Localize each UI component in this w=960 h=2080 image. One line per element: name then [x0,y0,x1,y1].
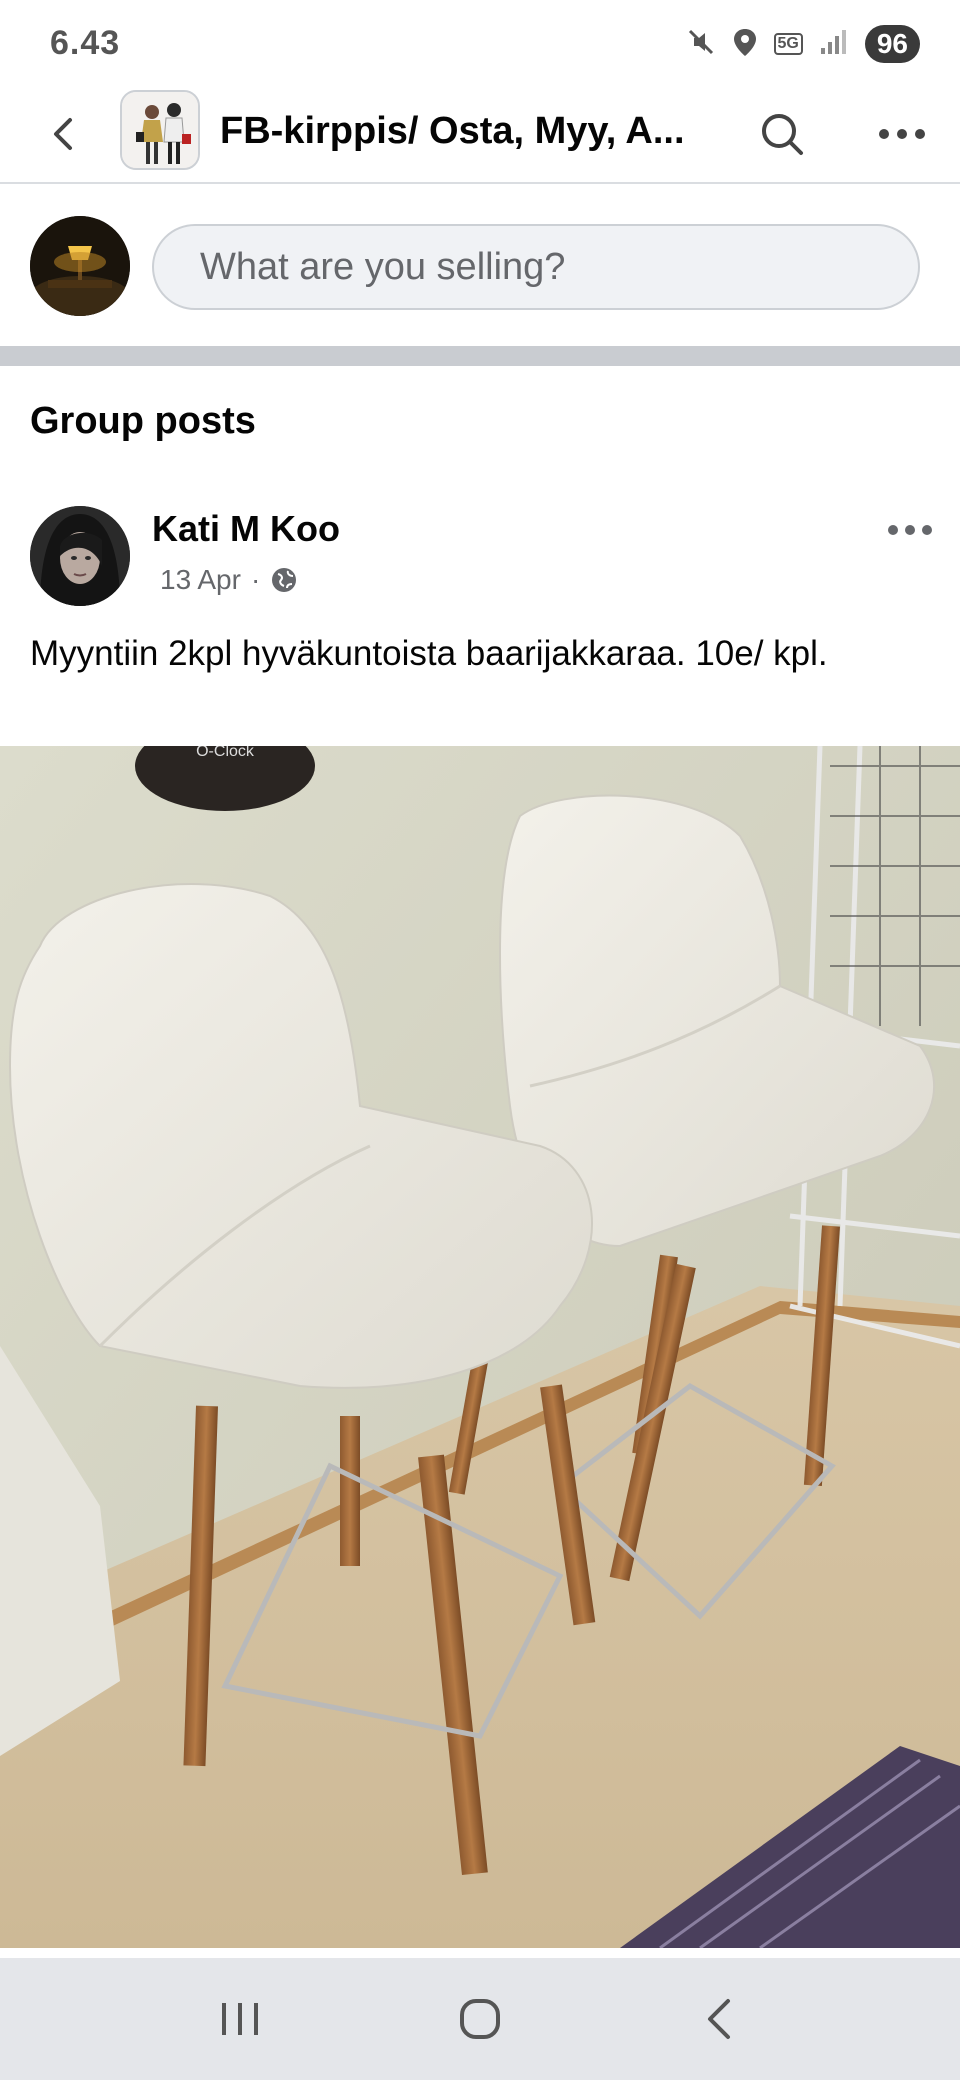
group-title[interactable]: FB-kirppis/ Osta, Myy, A... [220,110,720,153]
recent-apps-button[interactable] [200,1979,280,2059]
network-badge: 5G [773,33,803,55]
meta-separator: · [250,564,261,595]
post-meta: 13 Apr · [160,564,298,596]
mute-icon [686,27,716,62]
post-photo[interactable]: O-Clock [0,746,960,1948]
nav-back-icon [708,1999,730,2039]
battery-indicator: 96 [864,25,920,63]
status-bar: 6.43 5G 96 [0,0,960,84]
clock-sign: O-Clock [196,746,255,760]
post-text: Myyntiin 2kpl hyväkuntoista baarijakkara… [30,634,828,673]
home-button[interactable] [440,1979,520,2059]
post-more-button[interactable] [880,500,940,560]
home-icon [460,1999,500,2039]
more-dots-icon [879,129,925,139]
back-button[interactable] [36,106,92,162]
search-button[interactable] [752,104,812,164]
more-options-button[interactable] [872,104,932,164]
post-author-avatar[interactable] [30,506,130,606]
recent-apps-icon [222,2003,258,2035]
search-icon [762,114,803,155]
nav-back-button[interactable] [680,1979,760,2059]
clock-sign-text: O-Clock [196,746,255,760]
sell-post-input[interactable]: What are you selling? [152,224,920,310]
signal-icon [819,28,849,61]
system-nav-bar [0,1958,960,2080]
globe-icon [272,568,297,592]
back-arrow-icon [54,118,72,150]
composer: What are you selling? [0,186,960,346]
app-bar: FB-kirppis/ Osta, Myy, A... [0,84,960,184]
user-avatar[interactable] [30,216,130,316]
status-time: 6.43 [50,24,121,62]
more-dots-icon [888,525,932,535]
location-icon [732,27,758,62]
section-title: Group posts [30,400,256,442]
post-date[interactable]: 13 Apr [160,564,241,596]
section-divider [0,346,960,366]
status-icons: 5G 96 [686,24,920,64]
photo-bottom-strip [0,1948,960,1958]
group-avatar[interactable] [120,90,200,170]
post-author-name[interactable]: Kati M Koo [152,508,340,550]
